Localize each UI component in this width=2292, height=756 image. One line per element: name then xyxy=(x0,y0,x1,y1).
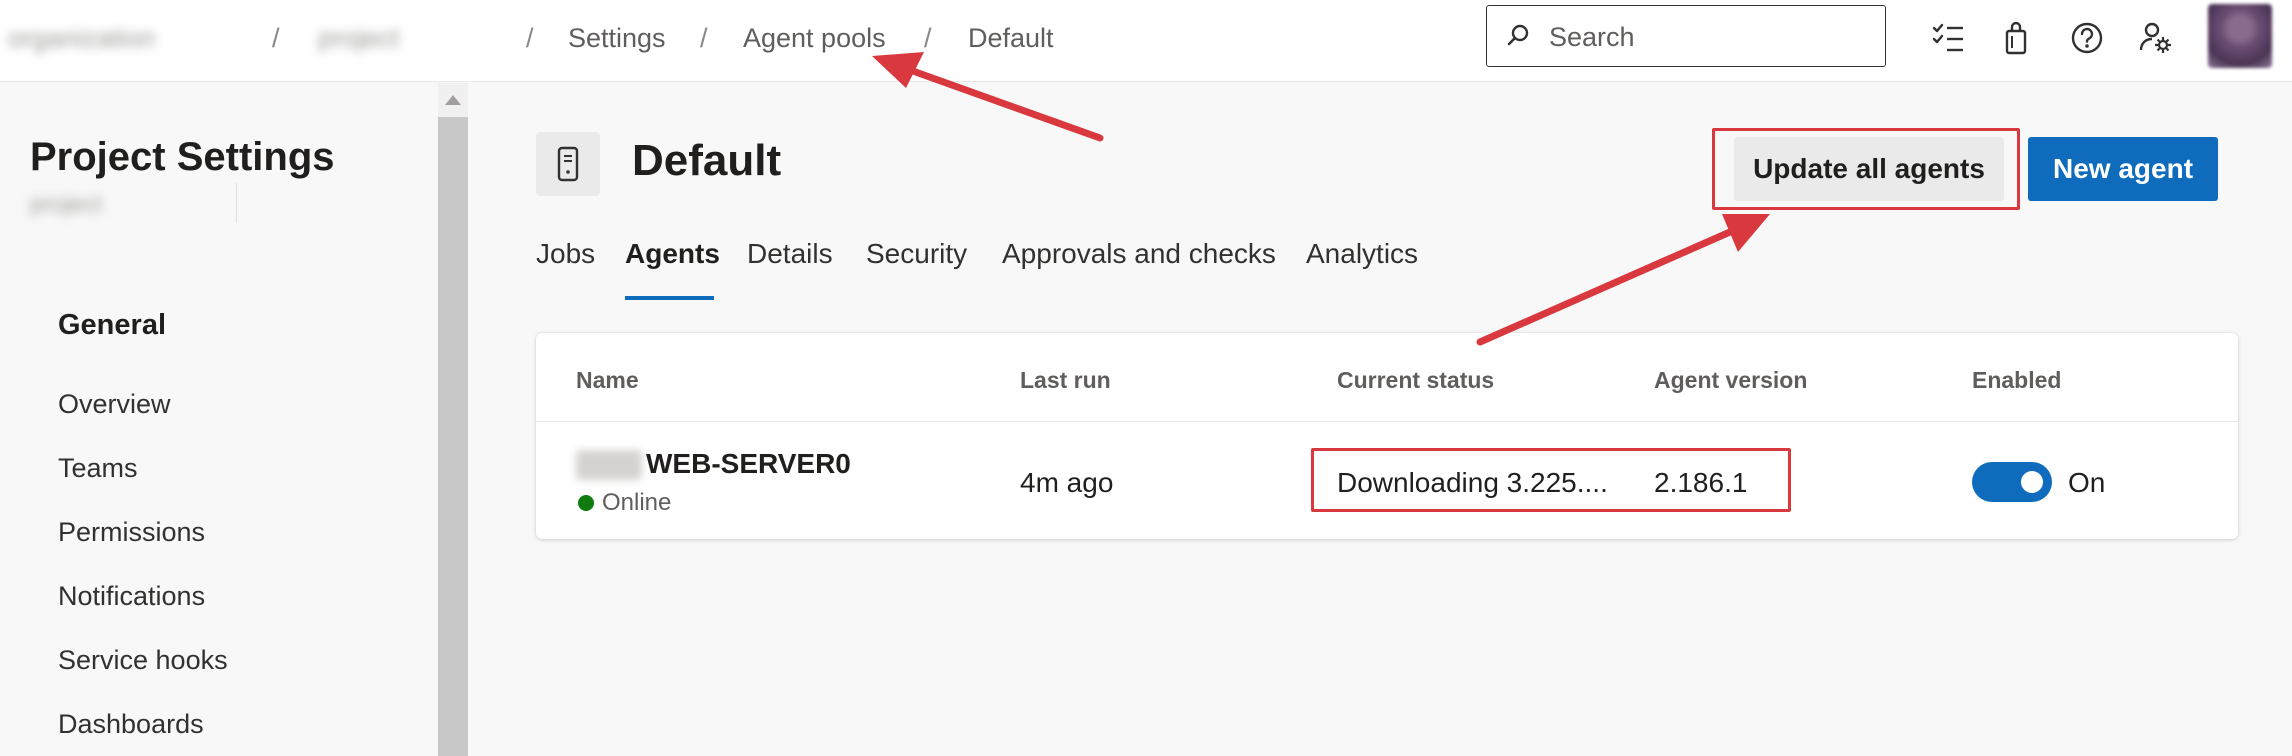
breadcrumb-organization[interactable]: organization xyxy=(8,22,155,54)
sidebar-item-permissions[interactable]: Permissions xyxy=(58,517,205,548)
divider xyxy=(236,183,237,223)
tab-details[interactable]: Details xyxy=(747,238,833,270)
breadcrumb-separator: / xyxy=(272,23,280,53)
column-header-agent-version: Agent version xyxy=(1654,367,1808,393)
breadcrumb-separator: / xyxy=(526,23,534,53)
column-header-last-run: Last run xyxy=(1020,367,1111,393)
avatar[interactable] xyxy=(2208,4,2272,68)
agent-name[interactable]: WEB-SERVER0 xyxy=(646,448,851,480)
redacted-name-prefix xyxy=(576,450,642,480)
tab-jobs[interactable]: Jobs xyxy=(536,238,595,270)
column-header-name: Name xyxy=(576,367,639,393)
active-tab-indicator xyxy=(625,296,714,300)
breadcrumb-settings[interactable]: Settings xyxy=(568,22,666,54)
sidebar-item-service-hooks[interactable]: Service hooks xyxy=(58,645,228,676)
annotation-arrow xyxy=(1476,214,1770,346)
sidebar-project-name: project xyxy=(30,191,103,218)
annotation-highlight-box xyxy=(1712,128,2020,210)
column-header-current-status: Current status xyxy=(1337,367,1495,393)
shopping-bag-icon[interactable] xyxy=(1998,20,2034,56)
sidebar-item-notifications[interactable]: Notifications xyxy=(58,581,205,612)
scrollbar-thumb[interactable] xyxy=(438,117,468,756)
sidebar-scrollbar[interactable] xyxy=(438,83,468,756)
breadcrumb-separator: / xyxy=(700,23,708,53)
annotation-highlight-box xyxy=(1311,448,1791,512)
tab-approvals-and-checks[interactable]: Approvals and checks xyxy=(1002,238,1276,270)
agent-pool-icon xyxy=(536,132,600,196)
sidebar-section-general: General xyxy=(58,309,166,341)
breadcrumb-project[interactable]: project xyxy=(318,22,399,54)
sidebar-item-dashboards[interactable]: Dashboards xyxy=(58,709,204,740)
new-agent-button[interactable]: New agent xyxy=(2028,137,2218,201)
sidebar-item-overview[interactable]: Overview xyxy=(58,389,171,420)
search-box[interactable] xyxy=(1486,5,1886,67)
breadcrumb-default[interactable]: Default xyxy=(968,22,1054,54)
tab-security[interactable]: Security xyxy=(866,238,967,270)
sidebar-item-teams[interactable]: Teams xyxy=(58,453,138,484)
help-icon[interactable] xyxy=(2069,20,2105,56)
sidebar-title: Project Settings xyxy=(30,135,335,179)
online-status-dot-icon xyxy=(578,495,594,511)
enabled-toggle-label: On xyxy=(2068,467,2106,498)
top-bar: organization / project / Settings / Agen… xyxy=(0,0,2292,82)
breadcrumb-agent-pools[interactable]: Agent pools xyxy=(743,22,886,54)
breadcrumb-separator: / xyxy=(924,23,932,53)
divider xyxy=(536,421,2238,422)
task-list-icon[interactable] xyxy=(1930,20,1966,56)
last-run-value: 4m ago xyxy=(1020,467,1114,498)
sidebar: Project Settings project General Overvie… xyxy=(0,83,438,756)
search-input[interactable] xyxy=(1549,19,1869,55)
enabled-toggle[interactable] xyxy=(1972,462,2052,502)
column-header-enabled: Enabled xyxy=(1972,367,2062,393)
page-title: Default xyxy=(632,136,782,185)
tab-agents[interactable]: Agents xyxy=(625,238,720,270)
server-icon xyxy=(557,146,579,182)
toggle-knob xyxy=(2021,471,2043,493)
tab-analytics[interactable]: Analytics xyxy=(1306,238,1418,270)
user-settings-icon[interactable] xyxy=(2138,20,2174,56)
scroll-up-arrow-icon[interactable] xyxy=(445,95,461,105)
search-icon xyxy=(1507,24,1529,46)
agent-online-status: Online xyxy=(602,489,672,516)
